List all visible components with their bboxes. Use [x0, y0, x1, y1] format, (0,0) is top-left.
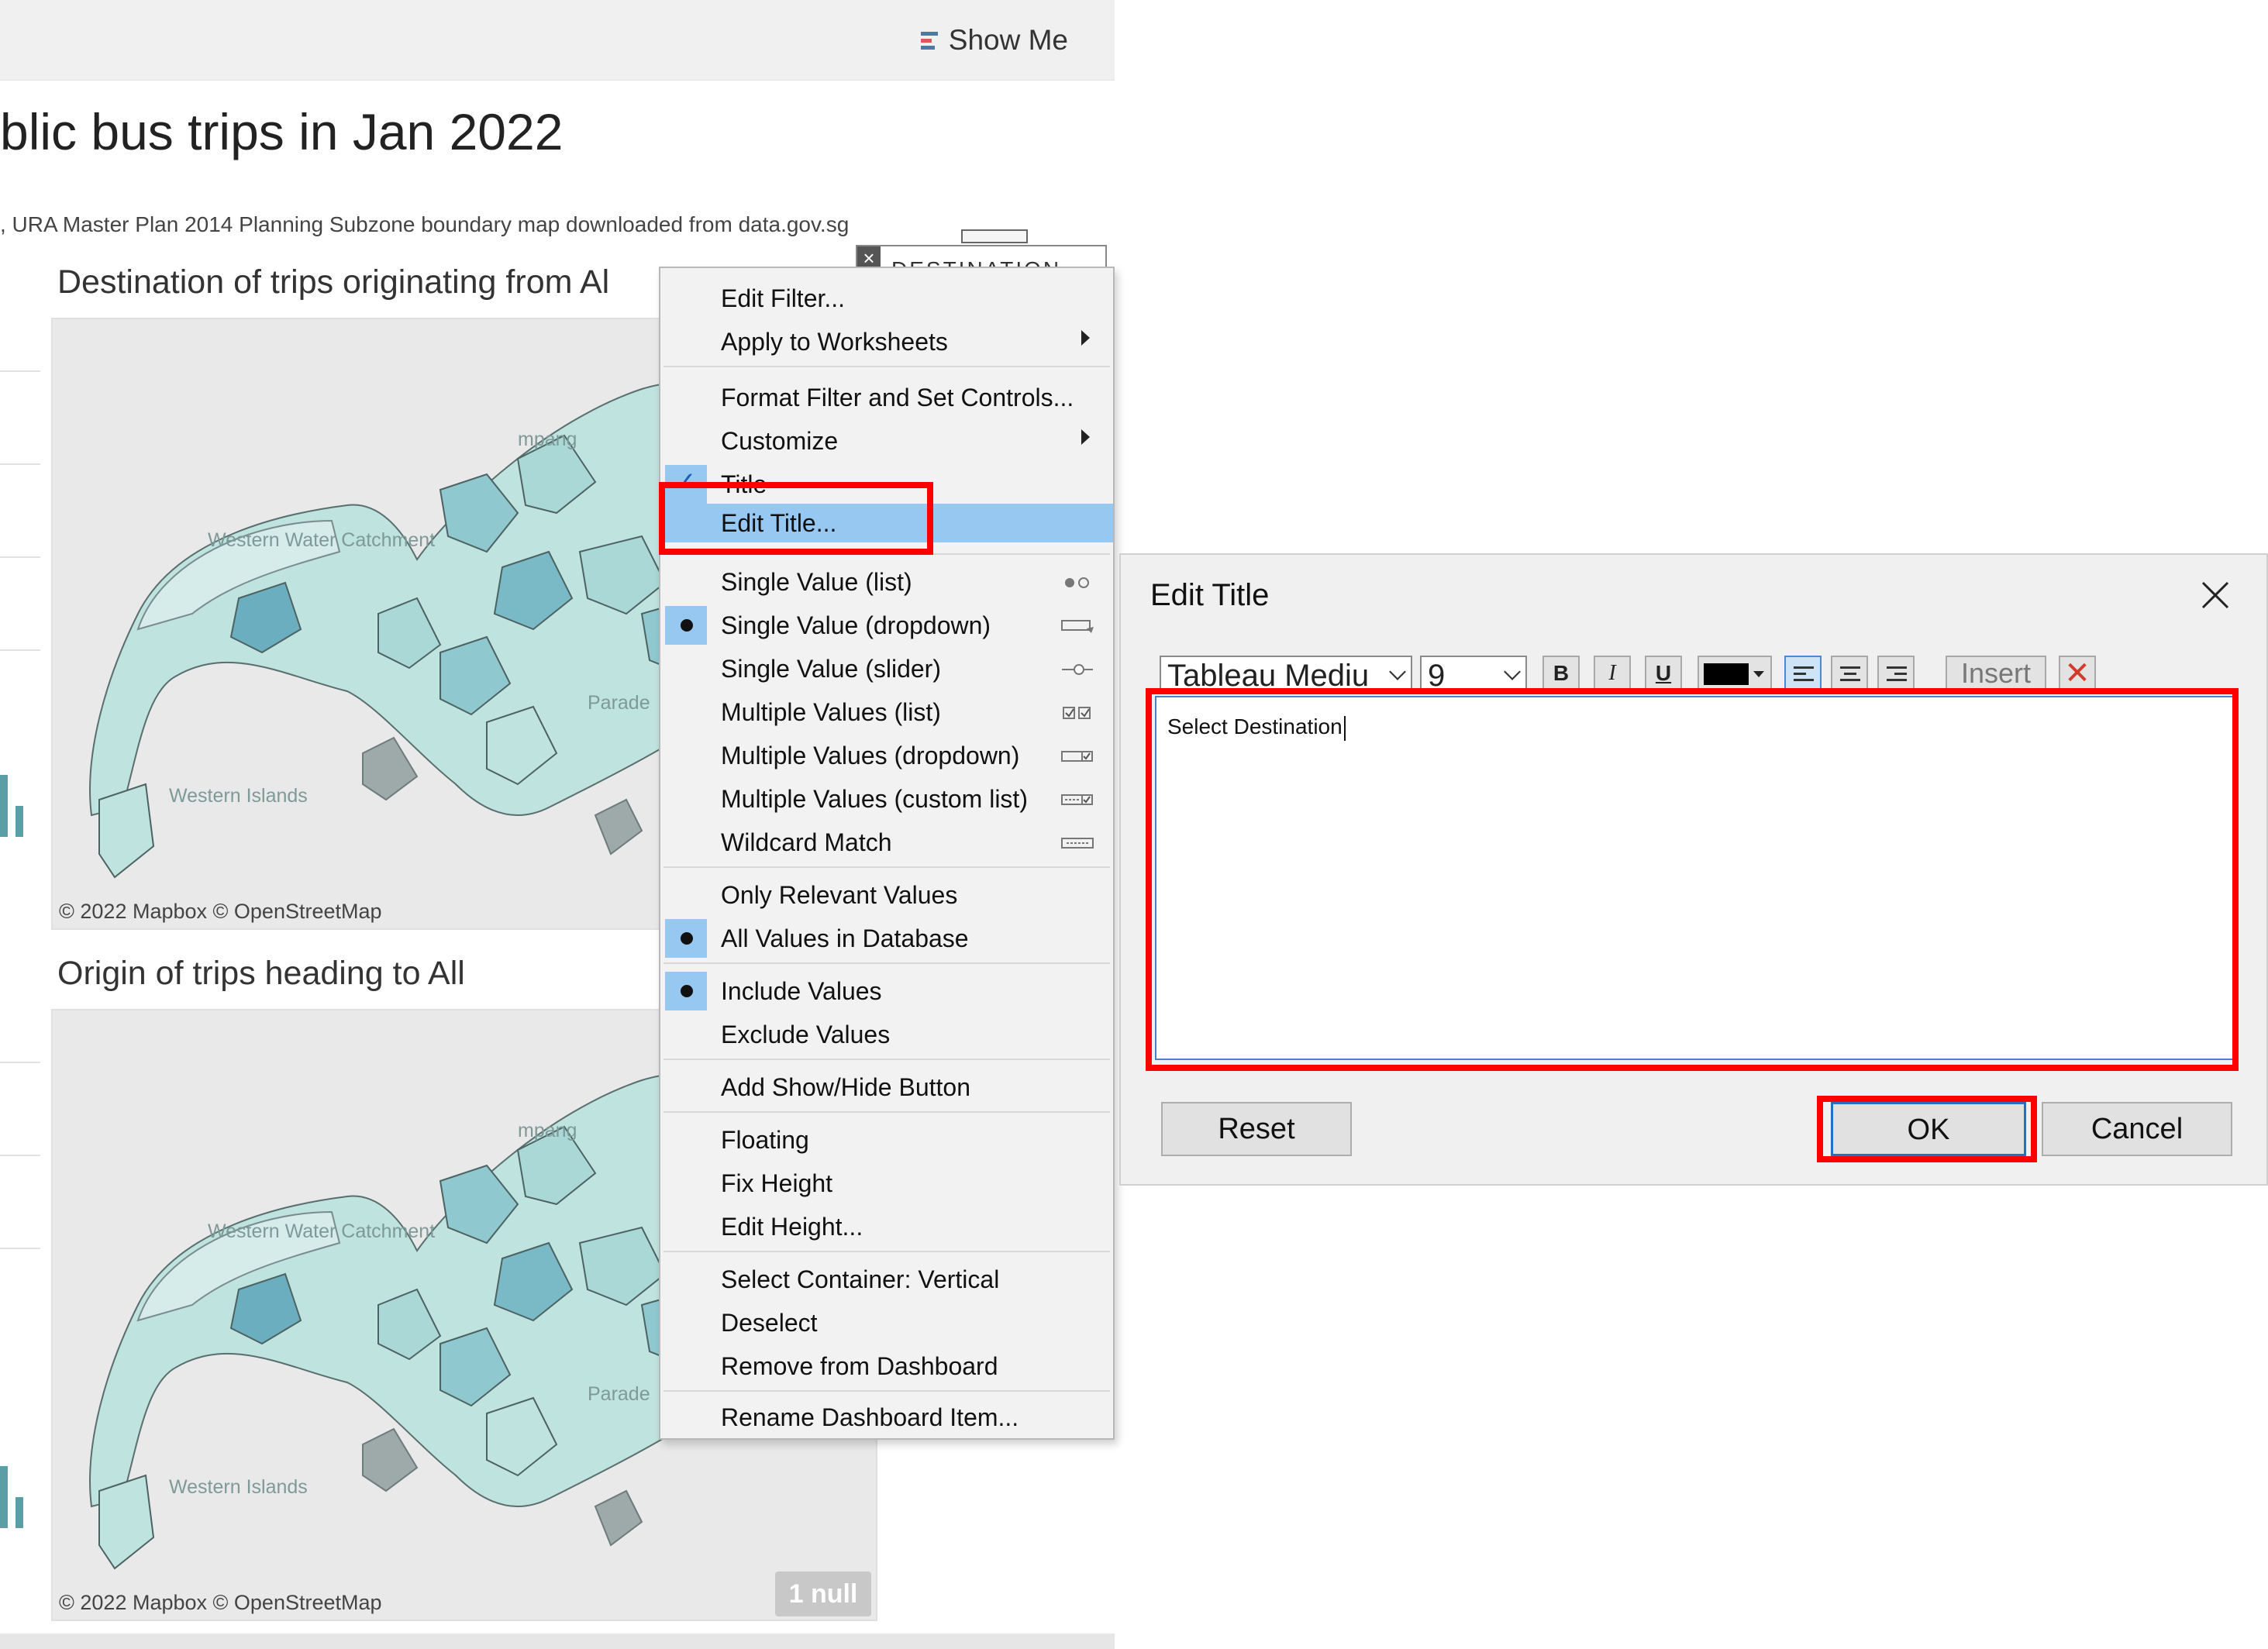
italic-button[interactable]: I — [1594, 656, 1631, 691]
annotation-highlight-text-editor — [1146, 688, 2239, 1071]
menu-item-select-container[interactable]: Select Container: Vertical — [660, 1260, 1113, 1299]
map-label-mpang: mpang — [518, 1120, 577, 1141]
menu-separator — [664, 366, 1110, 367]
filter-context-menu: Edit Filter... Apply to Worksheets Forma… — [659, 267, 1115, 1440]
annotation-highlight-edit-title — [659, 482, 933, 555]
wildcard-icon — [1060, 831, 1094, 851]
custom-list-icon — [1060, 787, 1094, 807]
menu-item-all-values-in-database[interactable]: All Values in Database — [660, 919, 1113, 958]
chart-gridline — [0, 463, 40, 465]
dashboard-bottom-edge — [0, 1634, 1115, 1649]
text-color-picker[interactable] — [1698, 656, 1772, 691]
align-left-button[interactable] — [1784, 656, 1822, 691]
dialog-title: Edit Title — [1150, 578, 1270, 612]
filter-drag-handle[interactable] — [961, 229, 1028, 243]
submenu-arrow-icon — [1081, 330, 1090, 346]
toolbar: Show Me — [0, 0, 1115, 81]
menu-item-edit-filter[interactable]: Edit Filter... — [660, 279, 1113, 318]
menu-item-floating[interactable]: Floating — [660, 1121, 1113, 1159]
radio-list-icon — [1060, 570, 1094, 590]
show-me-button[interactable]: Show Me — [920, 20, 1068, 60]
align-right-button[interactable] — [1877, 656, 1915, 691]
menu-item-fix-height[interactable]: Fix Height — [660, 1164, 1113, 1203]
menu-item-remove-from-dashboard[interactable]: Remove from Dashboard — [660, 1347, 1113, 1386]
chart-gridline — [0, 1155, 40, 1156]
dropdown-icon — [1060, 614, 1094, 634]
chevron-down-icon — [1753, 671, 1764, 677]
selected-dot-icon — [681, 619, 693, 632]
map-label-parade: Parade — [588, 692, 650, 714]
bold-button[interactable]: B — [1542, 656, 1580, 691]
menu-item-wildcard-match[interactable]: Wildcard Match — [660, 823, 1113, 862]
menu-item-apply-to-worksheets[interactable]: Apply to Worksheets — [660, 322, 1113, 361]
origin-map-title: Origin of trips heading to All — [57, 955, 465, 992]
chart-gridline — [0, 1248, 40, 1249]
menu-separator — [664, 1111, 1110, 1113]
menu-separator — [664, 1390, 1110, 1392]
chart-gridline — [0, 370, 40, 372]
menu-item-multiple-values-custom-list[interactable]: Multiple Values (custom list) — [660, 780, 1113, 818]
chevron-down-icon — [1389, 663, 1406, 680]
menu-item-multiple-values-list[interactable]: Multiple Values (list) — [660, 693, 1113, 732]
menu-separator — [664, 962, 1110, 964]
map-label-western-islands: Western Islands — [169, 785, 308, 807]
cancel-button[interactable]: Cancel — [2042, 1102, 2232, 1156]
menu-item-customize[interactable]: Customize — [660, 422, 1113, 460]
align-center-button[interactable] — [1831, 656, 1868, 691]
menu-item-exclude-values[interactable]: Exclude Values — [660, 1015, 1113, 1054]
reset-button[interactable]: Reset — [1161, 1102, 1352, 1156]
menu-item-single-value-list[interactable]: Single Value (list) — [660, 563, 1113, 601]
map-label-western-water-catchment: Western Water Catchment — [208, 1220, 436, 1242]
map-label-western-water-catchment: Western Water Catchment — [208, 529, 436, 551]
map-label-parade: Parade — [588, 1383, 650, 1405]
align-left-icon — [1794, 666, 1814, 685]
close-icon[interactable] — [2198, 578, 2232, 612]
menu-item-only-relevant-values[interactable]: Only Relevant Values — [660, 876, 1113, 914]
show-me-chart-icon — [920, 31, 938, 50]
map-label-mpang: mpang — [518, 429, 577, 450]
chart-bar[interactable] — [0, 775, 8, 837]
menu-item-single-value-slider[interactable]: Single Value (slider) — [660, 649, 1113, 688]
menu-item-deselect[interactable]: Deselect — [660, 1303, 1113, 1342]
menu-item-single-value-dropdown[interactable]: Single Value (dropdown) — [660, 606, 1113, 645]
dashboard-title: blic bus trips in Jan 2022 — [0, 103, 564, 160]
dashboard-source-note: , URA Master Plan 2014 Planning Subzone … — [0, 212, 850, 236]
chart-bar[interactable] — [16, 806, 23, 837]
clear-format-button[interactable]: ✕ — [2059, 656, 2096, 691]
chart-bar[interactable] — [0, 1466, 8, 1528]
chart-bar[interactable] — [16, 1497, 23, 1528]
null-indicator-badge[interactable]: 1 null — [775, 1572, 871, 1616]
checkbox-list-icon — [1060, 701, 1094, 721]
destination-map-title: Destination of trips originating from Al — [57, 263, 610, 301]
selected-dot-icon — [681, 932, 693, 945]
map-credit: © 2022 Mapbox © OpenStreetMap — [59, 1591, 382, 1614]
annotation-highlight-ok-button — [1817, 1096, 2037, 1162]
color-swatch — [1704, 663, 1749, 685]
chart-gridline — [0, 1062, 40, 1063]
show-me-label: Show Me — [948, 24, 1068, 56]
menu-item-rename-dashboard-item[interactable]: Rename Dashboard Item... — [660, 1398, 1113, 1437]
align-center-icon — [1840, 666, 1860, 685]
menu-item-edit-height[interactable]: Edit Height... — [660, 1207, 1113, 1246]
align-right-icon — [1887, 666, 1907, 685]
menu-separator — [664, 1059, 1110, 1060]
menu-separator — [664, 866, 1110, 868]
menu-item-multiple-values-dropdown[interactable]: Multiple Values (dropdown) — [660, 736, 1113, 775]
menu-item-include-values[interactable]: Include Values — [660, 972, 1113, 1010]
map-label-western-islands: Western Islands — [169, 1476, 308, 1498]
chart-gridline — [0, 556, 40, 558]
chevron-down-icon — [1504, 663, 1521, 680]
checkbox-dropdown-icon — [1060, 744, 1094, 764]
selected-dot-icon — [681, 985, 693, 997]
insert-dropdown[interactable]: Insert — [1946, 656, 2046, 691]
submenu-arrow-icon — [1081, 429, 1090, 445]
chart-gridline — [0, 649, 40, 651]
menu-separator — [664, 1251, 1110, 1252]
slider-icon — [1060, 657, 1094, 677]
menu-item-add-show-hide-button[interactable]: Add Show/Hide Button — [660, 1068, 1113, 1107]
underline-button[interactable]: U — [1645, 656, 1682, 691]
menu-item-format-filter[interactable]: Format Filter and Set Controls... — [660, 378, 1113, 417]
map-credit: © 2022 Mapbox © OpenStreetMap — [59, 900, 382, 923]
